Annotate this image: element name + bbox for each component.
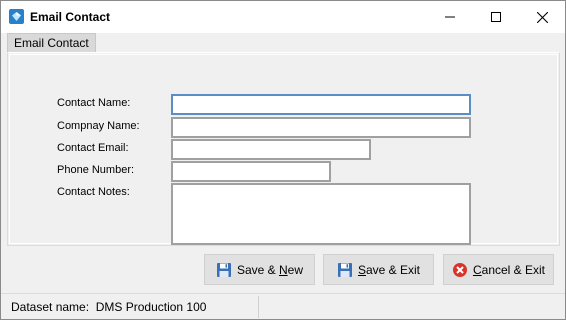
app-diamond-icon <box>9 9 24 24</box>
contact-notes-textarea[interactable] <box>171 183 471 245</box>
minimize-icon <box>445 16 455 18</box>
dataset-status: Dataset name: DMS Production 100 <box>11 300 206 314</box>
dataset-value: DMS Production 100 <box>95 300 207 314</box>
save-and-new-label: Save & New <box>236 262 304 277</box>
contact-name-input[interactable] <box>171 94 471 115</box>
contact-notes-label: Contact Notes: <box>57 186 130 198</box>
status-bar: Dataset name: DMS Production 100 <box>1 293 565 319</box>
contact-email-input[interactable] <box>171 139 371 160</box>
cancel-and-exit-button[interactable]: Cancel & Exit <box>443 254 554 285</box>
close-icon <box>536 11 548 23</box>
minimize-button[interactable] <box>427 1 473 33</box>
company-name-label: Compnay Name: <box>57 120 140 132</box>
floppy-disk-icon <box>216 262 232 278</box>
save-and-exit-button[interactable]: Save & Exit <box>323 254 434 285</box>
company-name-input[interactable] <box>171 117 471 138</box>
save-and-new-button[interactable]: Save & New <box>204 254 315 285</box>
status-divider <box>258 296 259 318</box>
tab-strip: Email Contact <box>7 33 559 53</box>
maximize-icon <box>491 12 501 22</box>
contact-name-label: Contact Name: <box>57 97 131 109</box>
window-title: Email Contact <box>30 10 111 24</box>
contact-email-label: Contact Email: <box>57 142 129 154</box>
floppy-disk-icon <box>337 262 353 278</box>
dataset-label: Dataset name: <box>11 300 90 314</box>
cancel-icon <box>452 262 468 278</box>
contact-form-panel: Contact Name: Compnay Name: Contact Emai… <box>7 52 560 246</box>
title-bar: Email Contact <box>1 1 565 33</box>
phone-number-label: Phone Number: <box>57 164 135 176</box>
phone-number-input[interactable] <box>171 161 331 182</box>
cancel-and-exit-label: Cancel & Exit <box>472 262 546 277</box>
email-contact-window: Email Contact Email Contact Contact Name… <box>0 0 566 320</box>
save-and-exit-label: Save & Exit <box>357 262 421 277</box>
tab-email-contact[interactable]: Email Contact <box>7 33 96 53</box>
close-button[interactable] <box>519 1 565 33</box>
maximize-button[interactable] <box>473 1 519 33</box>
